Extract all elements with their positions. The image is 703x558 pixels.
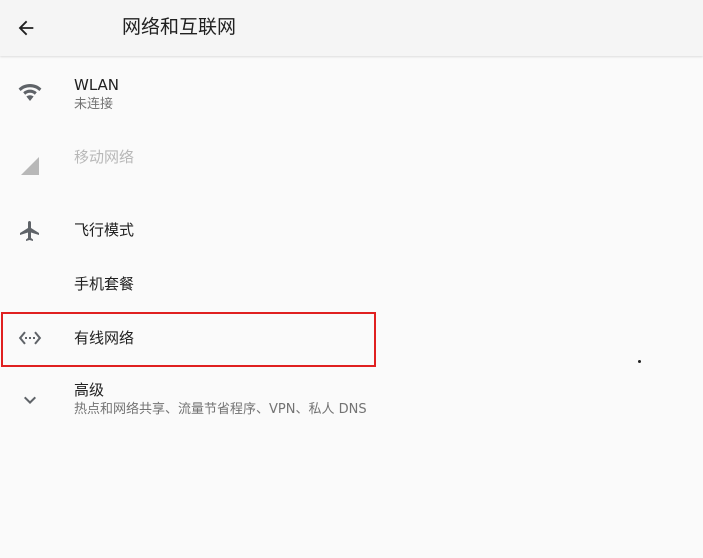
ethernet-title: 有线网络 xyxy=(74,329,135,347)
wlan-summary: 未连接 xyxy=(74,97,114,112)
ethernet-item[interactable]: 有线网络 xyxy=(0,318,703,362)
page-title: 网络和互联网 xyxy=(122,16,237,38)
airplane-mode-title: 飞行模式 xyxy=(74,221,135,239)
airplane-icon xyxy=(18,219,42,243)
advanced-title: 高级 xyxy=(74,381,105,399)
settings-screen: 网络和互联网 WLAN 未连接 移动网络 飞行模式 手机套餐 有线网络 高级 热… xyxy=(0,0,703,558)
ethernet-icon xyxy=(18,326,42,350)
mobile-network-title: 移动网络 xyxy=(74,148,135,166)
airplane-mode-item[interactable]: 飞行模式 xyxy=(0,210,703,254)
advanced-summary: 热点和网络共享、流量节省程序、VPN、私人 DNS xyxy=(74,402,367,417)
wlan-title: WLAN xyxy=(74,76,120,94)
wifi-icon xyxy=(18,80,42,104)
mobile-plan-title: 手机套餐 xyxy=(74,275,135,293)
mobile-plan-item[interactable]: 手机套餐 xyxy=(0,264,703,308)
chevron-down-icon xyxy=(18,388,42,412)
toolbar: 网络和互联网 xyxy=(0,0,703,56)
mobile-network-item[interactable]: 移动网络 xyxy=(0,138,703,182)
arrow-back-icon xyxy=(18,20,34,36)
advanced-item[interactable]: 高级 热点和网络共享、流量节省程序、VPN、私人 DNS xyxy=(0,380,703,424)
cellular-signal-icon xyxy=(18,153,42,177)
cursor-dot xyxy=(638,360,641,363)
back-button[interactable] xyxy=(6,8,46,48)
wlan-item[interactable]: WLAN 未连接 xyxy=(0,70,703,120)
